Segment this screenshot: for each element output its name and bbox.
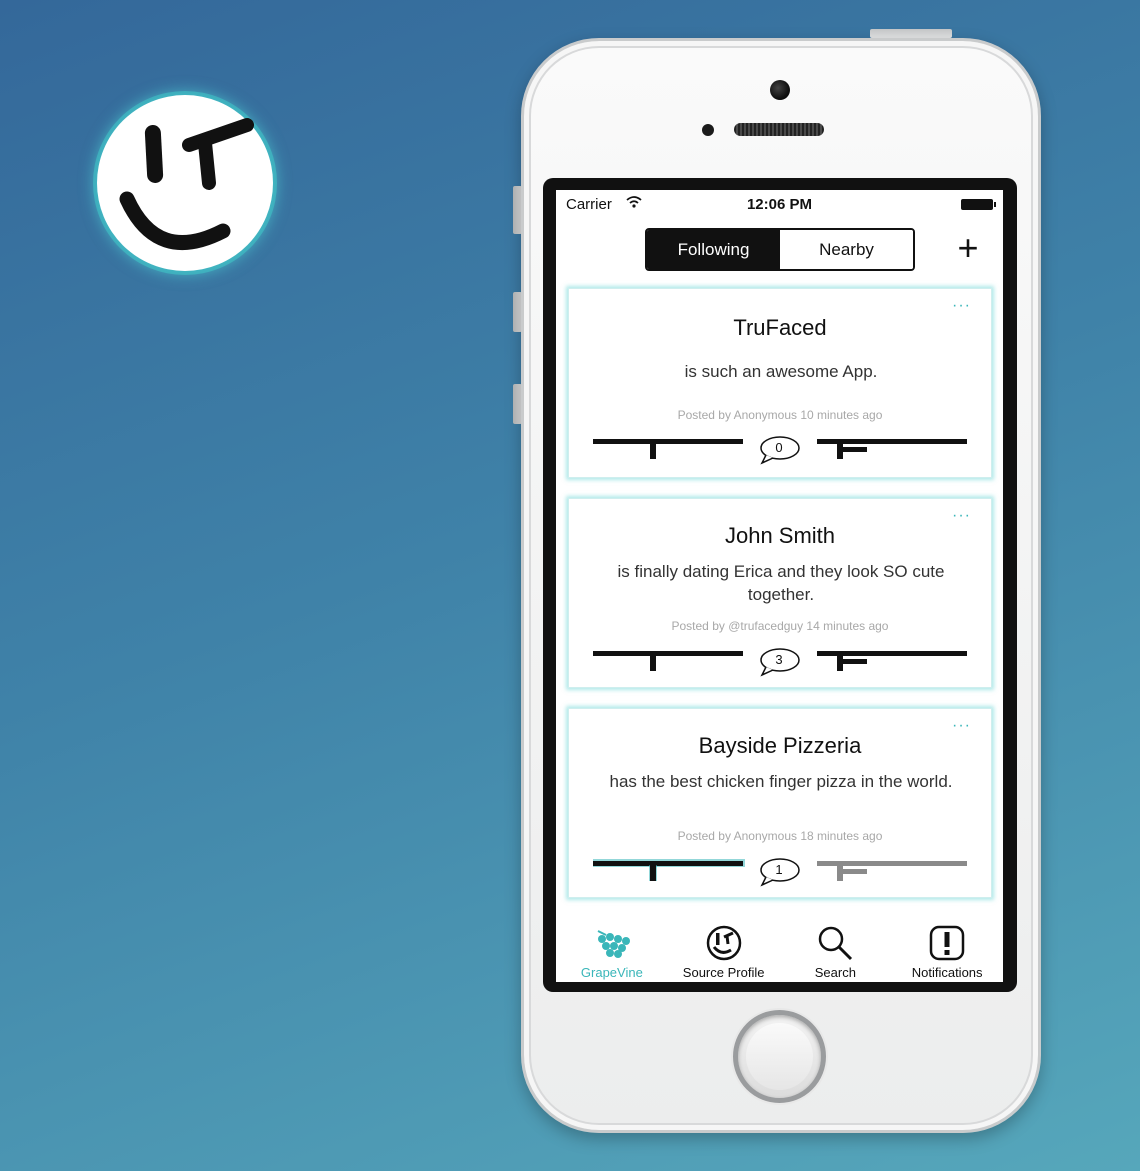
comments-button[interactable]: 1 bbox=[759, 857, 803, 887]
app-screen: Carrier 12:06 PM Following Nearby + ··· … bbox=[556, 190, 1003, 982]
comment-count: 1 bbox=[775, 862, 783, 877]
add-post-button[interactable]: + bbox=[952, 228, 984, 268]
exclamation-icon bbox=[929, 925, 965, 961]
power-button bbox=[870, 29, 952, 38]
comments-button[interactable]: 0 bbox=[759, 435, 803, 465]
tab-source-profile[interactable]: Source Profile bbox=[668, 915, 780, 982]
smiley-icon bbox=[706, 925, 741, 961]
post-name: John Smith bbox=[724, 523, 836, 548]
tab-label: Notifications bbox=[911, 965, 983, 980]
upvote-icon bbox=[593, 439, 743, 459]
comment-count: 0 bbox=[775, 440, 783, 455]
post-card: ··· TruFaced is such an awesome App. Pos… bbox=[568, 288, 992, 478]
post-text: has the best chicken finger pizza in the… bbox=[609, 772, 953, 791]
tab-grapevine[interactable]: GrapeVine bbox=[556, 915, 668, 982]
post-name: TruFaced bbox=[733, 315, 827, 340]
wink-face-icon bbox=[119, 118, 254, 251]
downvote-button[interactable] bbox=[817, 647, 969, 671]
earpiece-speaker bbox=[734, 123, 824, 136]
post-meta: Posted by Anonymous 18 minutes ago bbox=[677, 829, 883, 843]
post-actions: 0 bbox=[569, 435, 991, 465]
search-icon bbox=[819, 926, 853, 961]
trufaced-logo bbox=[97, 95, 273, 271]
downvote-button[interactable] bbox=[817, 435, 969, 459]
tab-label: Search bbox=[814, 965, 856, 980]
downvote-icon bbox=[817, 651, 967, 671]
post-meta: Posted by Anonymous 10 minutes ago bbox=[677, 408, 883, 422]
home-button bbox=[733, 1010, 826, 1103]
comments-button[interactable]: 3 bbox=[759, 647, 803, 677]
upvote-button[interactable] bbox=[593, 435, 745, 459]
post-card: ··· John Smith is finally dating Erica a… bbox=[568, 498, 992, 688]
tab-search[interactable]: Search bbox=[780, 915, 892, 982]
post-card: ··· Bayside Pizzeria has the best chicke… bbox=[568, 708, 992, 898]
front-camera bbox=[770, 80, 790, 100]
comment-count: 3 bbox=[775, 652, 783, 667]
feed-segmented-control: Following Nearby bbox=[645, 228, 915, 271]
post-name: Bayside Pizzeria bbox=[698, 733, 862, 758]
more-icon[interactable]: ··· bbox=[952, 297, 971, 315]
post-actions: 1 bbox=[569, 857, 991, 887]
upvote-button[interactable] bbox=[593, 857, 745, 881]
post-text: is such an awesome App. bbox=[684, 362, 878, 381]
status-time: 12:06 PM bbox=[746, 196, 813, 213]
battery-icon bbox=[961, 199, 996, 210]
proximity-sensor bbox=[702, 124, 714, 136]
upvote-icon-active bbox=[593, 859, 745, 881]
status-bar: Carrier 12:06 PM bbox=[556, 190, 1003, 220]
tab-label: GrapeVine bbox=[580, 965, 643, 980]
segment-nearby[interactable]: Nearby bbox=[780, 230, 913, 269]
post-feed: ··· TruFaced is such an awesome App. Pos… bbox=[568, 288, 992, 918]
upvote-button[interactable] bbox=[593, 647, 745, 671]
segment-following[interactable]: Following bbox=[647, 230, 780, 269]
tab-bar: GrapeVine Source Profile Search Notifica… bbox=[556, 915, 1003, 982]
downvote-icon-disabled bbox=[817, 861, 967, 881]
tab-notifications[interactable]: Notifications bbox=[891, 915, 1003, 982]
post-actions: 3 bbox=[569, 647, 991, 677]
downvote-button[interactable] bbox=[817, 857, 969, 881]
grapes-icon bbox=[597, 930, 630, 958]
downvote-icon bbox=[817, 439, 967, 459]
post-text: is finally dating Erica and they look SO… bbox=[617, 562, 945, 604]
post-meta: Posted by @trufacedguy 14 minutes ago bbox=[671, 619, 889, 633]
upvote-icon bbox=[593, 651, 743, 671]
tab-label: Source Profile bbox=[682, 965, 765, 980]
